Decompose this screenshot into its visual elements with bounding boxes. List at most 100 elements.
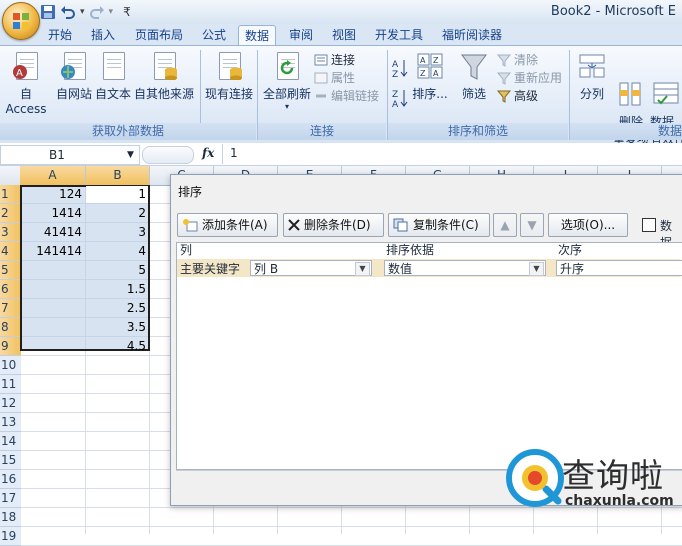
cell-b2[interactable]: 2 <box>86 204 149 222</box>
text-to-columns-button[interactable]: 分列 <box>572 52 612 102</box>
tab-formulas[interactable]: 公式 <box>196 25 232 45</box>
cell-a1[interactable]: 124 <box>20 185 85 203</box>
tab-home[interactable]: 开始 <box>42 25 78 45</box>
cell-a3[interactable]: 41414 <box>20 223 85 241</box>
from-text-label: 自文本 <box>94 87 131 101</box>
edit-links-button[interactable]: 编辑链接 <box>314 87 379 105</box>
add-level-button[interactable]: 添加条件(A) <box>177 213 278 237</box>
chevron-down-icon[interactable]: ▼ <box>529 262 544 276</box>
cell-b5[interactable]: 5 <box>86 261 149 279</box>
formula-bar-expander[interactable] <box>142 146 194 164</box>
tab-review[interactable]: 审阅 <box>283 25 319 45</box>
office-button[interactable] <box>2 2 40 40</box>
cell-b7[interactable]: 2.5 <box>86 299 149 317</box>
column-header-a[interactable]: A <box>20 166 86 185</box>
tab-data[interactable]: 数据 <box>238 25 277 46</box>
from-web-button[interactable]: 自网站 <box>54 52 94 102</box>
clear-filter-button[interactable]: 清除 <box>497 51 562 69</box>
row-header[interactable]: 18 <box>0 508 21 527</box>
save-icon[interactable] <box>40 4 56 20</box>
watermark-text: 查询啦 <box>562 456 664 495</box>
row-header[interactable]: 17 <box>0 489 21 508</box>
cell-b3[interactable]: 3 <box>86 223 149 241</box>
row-header[interactable]: 9 <box>0 337 21 356</box>
chevron-down-icon[interactable]: ▼ <box>355 262 370 276</box>
other-sources-icon <box>150 52 178 82</box>
redo-dropdown-icon[interactable]: ▾ <box>109 7 114 17</box>
move-down-button[interactable]: ▼ <box>520 213 544 237</box>
tab-insert[interactable]: 插入 <box>85 25 121 45</box>
row-header[interactable]: 12 <box>0 394 21 413</box>
properties-button[interactable]: 属性 <box>314 69 379 87</box>
connections-label: 连接 <box>331 53 356 67</box>
tab-view[interactable]: 视图 <box>326 25 362 45</box>
row-header[interactable]: 10 <box>0 356 21 375</box>
row-header[interactable]: 16 <box>0 470 21 489</box>
reapply-filter-button[interactable]: 重新应用 <box>497 69 562 87</box>
existing-connections-button[interactable]: 现有连接 <box>202 52 256 102</box>
tab-developer[interactable]: 开发工具 <box>369 25 429 45</box>
my-data-has-headers-checkbox[interactable] <box>642 218 656 232</box>
name-box-dropdown-icon[interactable]: ▼ <box>127 146 134 164</box>
copy-level-button[interactable]: 复制条件(C) <box>388 213 490 237</box>
row-header[interactable]: 4 <box>0 242 21 261</box>
cell-b1[interactable]: 1 <box>86 185 149 203</box>
from-text-button[interactable]: 自文本 <box>94 52 132 102</box>
sort-button[interactable]: AZZA 排序... <box>410 52 450 102</box>
cell-b8[interactable]: 3.5 <box>86 318 149 336</box>
row-header[interactable]: 15 <box>0 451 21 470</box>
insert-function-icon[interactable]: fx <box>202 146 214 160</box>
refresh-all-button[interactable]: 全部刷新 ▾ <box>260 52 314 111</box>
select-all-corner[interactable] <box>0 166 21 185</box>
cell-b4[interactable]: 4 <box>86 242 149 260</box>
sort-descending-button[interactable]: ZA <box>392 88 408 111</box>
reapply-filter-label: 重新应用 <box>514 71 563 85</box>
edit-links-icon <box>316 94 326 98</box>
svg-text:A: A <box>392 100 399 108</box>
row-header[interactable]: 2 <box>0 204 21 223</box>
row-header[interactable]: 14 <box>0 432 21 451</box>
from-other-sources-button[interactable]: 自其他来源 <box>132 52 196 102</box>
sort-column-combo[interactable]: 列 B ▼ <box>250 260 372 276</box>
row-header[interactable]: 1 <box>0 185 21 204</box>
delete-level-button[interactable]: 删除条件(D) <box>283 213 384 237</box>
row-header[interactable]: 7 <box>0 299 21 318</box>
svg-text:A: A <box>433 69 439 78</box>
column-header-b[interactable]: B <box>86 166 150 185</box>
row-header[interactable]: 19 <box>0 527 21 546</box>
move-up-button[interactable]: ▲ <box>493 213 517 237</box>
cell-b9[interactable]: 4.5 <box>86 337 149 355</box>
advanced-filter-button[interactable]: 高级 <box>497 87 562 105</box>
name-box[interactable]: B1 ▼ <box>0 145 140 165</box>
filter-button[interactable]: 筛选 <box>454 52 494 102</box>
row-header[interactable]: 8 <box>0 318 21 337</box>
row-header[interactable]: 3 <box>0 223 21 242</box>
tab-foxit-reader[interactable]: 福昕阅读器 <box>436 25 508 45</box>
watermark-logo <box>506 449 564 507</box>
row-header[interactable]: 6 <box>0 280 21 299</box>
cell-a2[interactable]: 1414 <box>20 204 85 222</box>
row-header[interactable]: 11 <box>0 375 21 394</box>
group-label-sort-filter: 排序和筛选 <box>388 123 568 140</box>
undo-icon[interactable] <box>60 4 76 20</box>
redo-icon[interactable] <box>89 4 105 20</box>
from-access-button[interactable]: A 自 Access <box>0 52 52 116</box>
customize-qat-icon[interactable]: ₹ <box>123 5 131 19</box>
sort-on-combo[interactable]: 数值 ▼ <box>384 260 546 276</box>
tab-page-layout[interactable]: 页面布局 <box>129 25 189 45</box>
row-header[interactable]: 5 <box>0 261 21 280</box>
add-level-icon <box>183 219 198 232</box>
refresh-dropdown-icon[interactable]: ▾ <box>260 102 314 111</box>
text-file-icon <box>99 52 127 82</box>
options-button[interactable]: 选项(O)... <box>548 213 628 237</box>
formula-input[interactable]: 1 <box>230 146 238 160</box>
order-combo[interactable]: 升序 <box>556 260 682 276</box>
row-header[interactable]: 13 <box>0 413 21 432</box>
undo-dropdown-icon[interactable]: ▾ <box>80 7 85 17</box>
office-logo-icon <box>13 13 29 29</box>
sort-ascending-button[interactable]: AZ <box>392 58 408 81</box>
cell-b6[interactable]: 1.5 <box>86 280 149 298</box>
cell-a4[interactable]: 141414 <box>20 242 85 260</box>
delete-x-icon <box>288 219 300 231</box>
connections-button[interactable]: 连接 <box>314 51 379 69</box>
